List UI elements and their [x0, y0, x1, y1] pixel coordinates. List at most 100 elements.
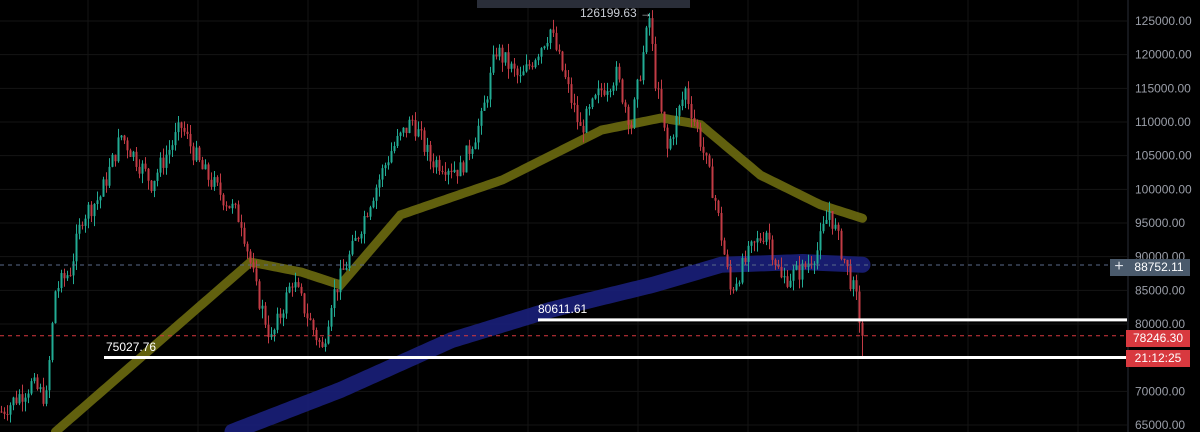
- candle-body: [204, 164, 207, 170]
- countdown-tag: 21:12:25: [1126, 350, 1190, 367]
- candle-body: [432, 161, 435, 168]
- candle-body: [222, 194, 225, 206]
- candle-body: [360, 233, 363, 239]
- candle-body: [603, 90, 606, 95]
- candle-body: [444, 172, 447, 175]
- y-tick-label: 105000.00: [1135, 149, 1192, 163]
- candle-body: [519, 75, 522, 77]
- candle-body: [843, 258, 846, 260]
- candle-body: [363, 216, 366, 234]
- candle-body: [669, 138, 672, 149]
- candle-body: [510, 63, 513, 69]
- candle-body: [90, 204, 93, 217]
- candle-body: [60, 273, 63, 289]
- candle-body: [276, 313, 279, 330]
- candle-body: [309, 318, 312, 320]
- candle-body: [159, 157, 162, 173]
- candle-body: [645, 27, 648, 53]
- candle-body: [678, 106, 681, 116]
- candle-body: [57, 288, 60, 292]
- candle-body: [99, 196, 102, 201]
- candle-body: [225, 205, 228, 207]
- candle-body: [657, 88, 660, 90]
- ma-slow-band: [51, 113, 867, 432]
- candle-body: [198, 147, 201, 161]
- candle-body: [666, 127, 669, 149]
- candle-body: [381, 168, 384, 180]
- candle-body: [558, 49, 561, 52]
- candle-body: [228, 205, 231, 209]
- candle-body: [759, 238, 762, 241]
- candle-body: [456, 169, 459, 177]
- candle-body: [651, 18, 654, 44]
- candle-body: [450, 170, 453, 173]
- candle-body: [168, 149, 171, 155]
- candle-body: [120, 135, 123, 138]
- candle-body: [348, 254, 351, 268]
- candle-body: [588, 106, 591, 109]
- candle-body: [660, 89, 663, 112]
- candle-body: [234, 203, 237, 205]
- candle-body: [24, 397, 27, 402]
- add-alert-plus-icon[interactable]: +: [1110, 259, 1128, 276]
- candle-body: [261, 305, 264, 309]
- moving-averages: [51, 113, 871, 432]
- candle-body: [702, 146, 705, 153]
- candle-body: [339, 268, 342, 293]
- candle-body: [699, 127, 702, 147]
- candle-body: [192, 146, 195, 161]
- candle-body: [483, 102, 486, 111]
- candle-body: [801, 263, 804, 280]
- candle-body: [471, 149, 474, 154]
- candle-body: [66, 275, 69, 279]
- candle-body: [579, 122, 582, 126]
- y-tick-label: 120000.00: [1135, 48, 1192, 62]
- candle-body: [315, 329, 318, 341]
- candle-body: [48, 360, 51, 391]
- candle-body: [189, 133, 192, 147]
- candle-body: [69, 275, 72, 277]
- candle-body: [693, 117, 696, 122]
- candle-body: [336, 289, 339, 293]
- candle-body: [18, 394, 21, 404]
- candle-body: [72, 261, 75, 276]
- candle-body: [303, 293, 306, 314]
- candle-body: [489, 72, 492, 100]
- candle-body: [351, 240, 354, 255]
- price-chart[interactable]: 125000.00 120000.00 115000.00 110000.00 1050…: [0, 0, 1200, 432]
- candle-body: [531, 65, 534, 68]
- candle-body: [51, 323, 54, 361]
- candle-body: [855, 280, 858, 292]
- candle-body: [282, 313, 285, 318]
- candle-body: [63, 273, 66, 279]
- candle-body: [165, 154, 168, 168]
- candle-body: [468, 145, 471, 154]
- candle-body: [408, 119, 411, 133]
- candle-body: [129, 150, 132, 157]
- candle-body: [93, 203, 96, 217]
- candles: [0, 10, 864, 423]
- candle-body: [417, 129, 420, 137]
- y-tick-label: 95000.00: [1135, 216, 1185, 230]
- hline-label-75027: 75027.76: [106, 340, 157, 354]
- candle-body: [201, 160, 204, 170]
- candle-body: [231, 203, 234, 209]
- candle-body: [654, 43, 657, 89]
- candle-body: [156, 172, 159, 181]
- candle-body: [30, 381, 33, 394]
- candle-body: [96, 200, 99, 204]
- price-axis[interactable]: 125000.00 120000.00 115000.00 110000.00 1050…: [1127, 0, 1192, 432]
- candle-body: [219, 182, 222, 195]
- candle-body: [357, 237, 360, 239]
- candle-body: [705, 152, 708, 156]
- candle-body: [150, 180, 153, 192]
- candle-body: [114, 154, 117, 162]
- candle-body: [153, 180, 156, 192]
- candle-body: [147, 168, 150, 181]
- candle-body: [9, 405, 12, 415]
- candle-body: [21, 394, 24, 402]
- candle-body: [414, 120, 417, 137]
- y-tick-label: 110000.00: [1135, 115, 1191, 129]
- candle-body: [642, 52, 645, 81]
- candle-body: [621, 79, 624, 103]
